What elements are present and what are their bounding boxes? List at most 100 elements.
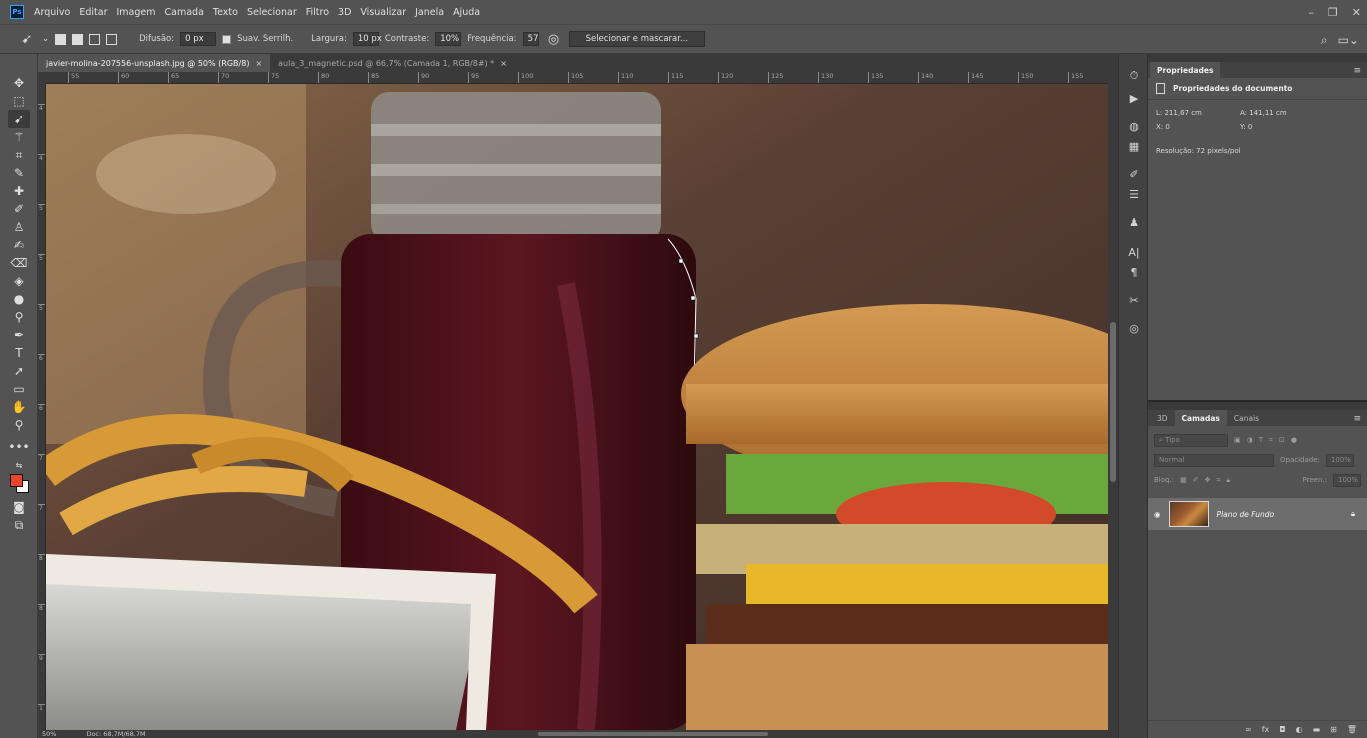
tab-3d[interactable]: 3D: [1150, 410, 1175, 426]
paragraph-icon[interactable]: ¶: [1126, 264, 1142, 280]
marquee-tool-icon[interactable]: ⬚: [8, 92, 30, 110]
frequency-input[interactable]: 57: [522, 32, 539, 46]
filter-adjustment-icon[interactable]: ◑: [1247, 436, 1253, 444]
width-input[interactable]: 10 px: [352, 32, 382, 46]
filter-toggle-icon[interactable]: ●: [1291, 436, 1297, 444]
menu-imagem[interactable]: Imagem: [117, 7, 156, 18]
character-icon[interactable]: A|: [1126, 244, 1142, 260]
filter-pixel-icon[interactable]: ▣: [1234, 436, 1241, 444]
width-value[interactable]: L: 211,67 cm: [1156, 109, 1240, 117]
type-tool-icon[interactable]: T: [8, 344, 30, 362]
eraser-tool-icon[interactable]: ⌫: [8, 254, 30, 272]
fill-input[interactable]: 100%: [1333, 473, 1361, 487]
menu-camada[interactable]: Camada: [165, 7, 204, 18]
menu-selecionar[interactable]: Selecionar: [247, 7, 297, 18]
opacity-input[interactable]: 100%: [1325, 453, 1354, 467]
eye-icon[interactable]: ◉: [1154, 510, 1161, 519]
lasso-tool-icon[interactable]: ➹: [8, 110, 30, 128]
quick-mask-icon[interactable]: ◙: [8, 498, 30, 516]
close-tab-icon[interactable]: ×: [500, 59, 507, 68]
horizontal-ruler[interactable]: 55 60 65 70 75 80 85 90 95 100 105 110 1…: [46, 72, 1108, 84]
contrast-input[interactable]: 10%: [435, 32, 462, 46]
crop-tool-icon[interactable]: ⌗: [8, 146, 30, 164]
panel-menu-icon[interactable]: ≡: [1353, 414, 1361, 424]
move-tool-icon[interactable]: ✥: [8, 74, 30, 92]
more-tools-icon[interactable]: •••: [8, 438, 30, 456]
menu-arquivo[interactable]: Arquivo: [34, 7, 70, 18]
horizontal-scroll-thumb[interactable]: [538, 732, 768, 736]
close-tab-icon[interactable]: ×: [255, 59, 262, 68]
libraries-icon[interactable]: ◎: [1126, 320, 1142, 336]
screen-mode-icon[interactable]: ⧉: [8, 516, 30, 534]
dodge-tool-icon[interactable]: ⚲: [8, 308, 30, 326]
table-icon[interactable]: ▦: [1126, 138, 1142, 154]
menu-filtro[interactable]: Filtro: [306, 7, 329, 18]
adjustment-layer-icon[interactable]: ◐: [1296, 725, 1303, 734]
tablet-pressure-icon[interactable]: ◎: [545, 30, 563, 48]
lock-all-icon[interactable]: 🔒︎: [1226, 476, 1230, 485]
history-brush-tool-icon[interactable]: ✍: [8, 236, 30, 254]
intersect-selection-icon[interactable]: [106, 33, 118, 45]
feather-input[interactable]: 0 px: [180, 32, 217, 46]
document-canvas[interactable]: [46, 84, 1108, 730]
menu-ajuda[interactable]: Ajuda: [453, 7, 480, 18]
healing-brush-tool-icon[interactable]: ✚: [8, 182, 30, 200]
blur-tool-icon[interactable]: ●: [8, 290, 30, 308]
menu-texto[interactable]: Texto: [213, 7, 238, 18]
ruler-origin[interactable]: [38, 72, 46, 84]
actions-play-icon[interactable]: ▶: [1126, 90, 1142, 106]
rectangle-tool-icon[interactable]: ▭: [8, 380, 30, 398]
x-value[interactable]: X: 0: [1156, 123, 1240, 131]
menu-janela[interactable]: Janela: [415, 7, 444, 18]
add-mask-icon[interactable]: ◘: [1279, 725, 1285, 734]
stamp-tool-icon[interactable]: ♙: [8, 218, 30, 236]
tab-camadas[interactable]: Camadas: [1174, 410, 1227, 426]
subtract-from-selection-icon[interactable]: [89, 33, 101, 45]
vertical-scroll-thumb[interactable]: [1110, 322, 1116, 482]
menu-3d[interactable]: 3D: [338, 7, 351, 18]
new-layer-icon[interactable]: ⊞: [1330, 725, 1337, 734]
tab-propriedades[interactable]: Propriedades: [1150, 62, 1221, 78]
magic-wand-tool-icon[interactable]: ⚚: [8, 128, 30, 146]
foreground-color-swatch[interactable]: [10, 474, 23, 487]
clone-source-icon[interactable]: ♟: [1126, 214, 1142, 230]
blend-mode-select[interactable]: Normal: [1154, 453, 1274, 467]
zoom-tool-icon[interactable]: ⚲: [8, 416, 30, 434]
tool-presets-icon[interactable]: ✂: [1126, 292, 1142, 308]
eyedropper-tool-icon[interactable]: ✎: [8, 164, 30, 182]
magnetic-lasso-tool-icon[interactable]: ➹: [18, 30, 36, 48]
panel-menu-icon[interactable]: ≡: [1353, 66, 1361, 76]
lock-transparent-icon[interactable]: ▦: [1180, 476, 1187, 484]
lock-artboard-icon[interactable]: ⌗: [1216, 476, 1220, 485]
layer-filter-select[interactable]: ⌕ Tipo: [1154, 433, 1228, 447]
vertical-ruler[interactable]: 4 4 5 5 5 6 6 7 7 8 8 9 1: [38, 84, 46, 730]
menu-editar[interactable]: Editar: [79, 7, 107, 18]
swap-colors-icon[interactable]: ⇆: [8, 456, 30, 474]
tab-canais[interactable]: Canais: [1227, 410, 1266, 426]
height-value[interactable]: A: 141,11 cm: [1240, 109, 1324, 117]
y-value[interactable]: Y: 0: [1240, 123, 1324, 131]
add-to-selection-icon[interactable]: [72, 33, 84, 45]
lock-position-icon[interactable]: ✥: [1205, 476, 1211, 484]
layer-row[interactable]: ◉ Plano de Fundo 🔒︎: [1148, 498, 1367, 530]
tab-aula-3-magnetic[interactable]: aula_3_magnetic.psd @ 66,7% (Camada 1, R…: [270, 54, 515, 72]
close-icon[interactable]: ✕: [1352, 6, 1361, 19]
history-icon[interactable]: ⏱: [1126, 68, 1142, 84]
path-selection-tool-icon[interactable]: ➚: [8, 362, 30, 380]
pen-tool-icon[interactable]: ✒: [8, 326, 30, 344]
adjustments-icon[interactable]: ☰: [1126, 186, 1142, 202]
trash-icon[interactable]: 🗑︎: [1347, 725, 1357, 734]
fx-icon[interactable]: fx: [1262, 725, 1270, 734]
menu-visualizar[interactable]: Visualizar: [360, 7, 406, 18]
brush-settings-icon[interactable]: ✐: [1126, 166, 1142, 182]
tab-javier-molina[interactable]: javier-molina-207556-unsplash.jpg @ 50% …: [38, 54, 271, 72]
workspace-icon[interactable]: ▭⌄: [1338, 33, 1359, 47]
lock-image-icon[interactable]: ✐: [1193, 476, 1199, 484]
select-and-mask-button[interactable]: Selecionar e mascarar...: [568, 31, 706, 47]
vertical-scrollbar[interactable]: [1108, 72, 1118, 730]
hand-tool-icon[interactable]: ✋: [8, 398, 30, 416]
search-icon[interactable]: ⌕: [1321, 33, 1328, 48]
filter-shape-icon[interactable]: ⌗: [1269, 436, 1273, 445]
minimize-icon[interactable]: –: [1308, 6, 1314, 19]
link-icon[interactable]: ∞: [1245, 725, 1252, 734]
